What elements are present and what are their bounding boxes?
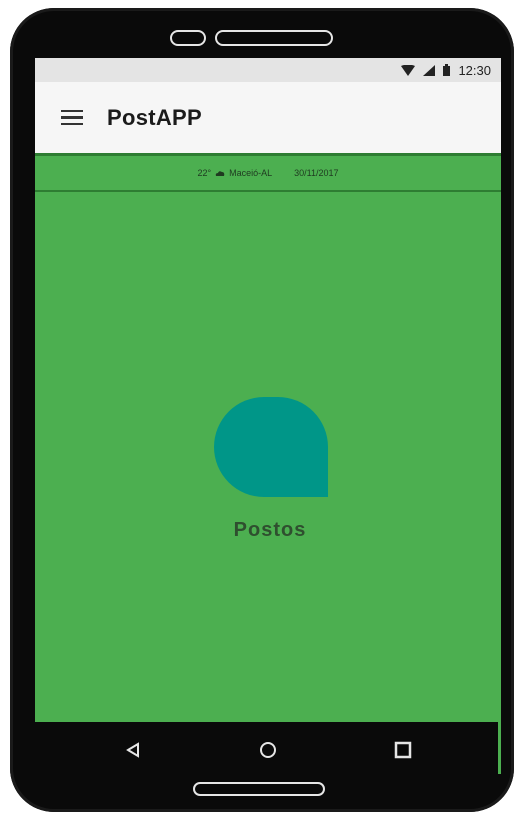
home-icon[interactable] [248, 730, 288, 770]
screen-edge-accent [498, 722, 501, 774]
postos-button[interactable]: Postos [195, 397, 345, 557]
cloud-icon [215, 168, 225, 178]
postos-shape-icon [214, 397, 328, 497]
app-bar: PostAPP [35, 82, 501, 156]
back-icon[interactable] [113, 730, 153, 770]
earpiece-speaker [215, 30, 333, 46]
navigation-bar [35, 722, 501, 778]
location: Maceió-AL [229, 168, 273, 178]
postos-label: Postos [233, 519, 307, 541]
battery-icon [443, 64, 451, 76]
front-camera [170, 30, 206, 46]
status-bar: 12:30 [35, 58, 501, 82]
signal-icon [423, 64, 436, 76]
device-screen: 12:30 PostAPP 22° Maceió-AL 30/11/2017 P… [35, 58, 501, 778]
hamburger-menu-icon[interactable] [61, 109, 83, 126]
status-time: 12:30 [458, 62, 491, 78]
wifi-icon [401, 64, 416, 76]
recents-icon[interactable] [383, 730, 423, 770]
main-content: Postos [35, 192, 501, 722]
app-title: PostAPP [107, 104, 203, 130]
temperature: 22° [197, 168, 212, 178]
info-bar: 22° Maceió-AL 30/11/2017 [35, 156, 501, 192]
date: 30/11/2017 [294, 168, 339, 178]
phone-frame: 12:30 PostAPP 22° Maceió-AL 30/11/2017 P… [10, 8, 514, 812]
home-button-hardware [193, 782, 325, 796]
